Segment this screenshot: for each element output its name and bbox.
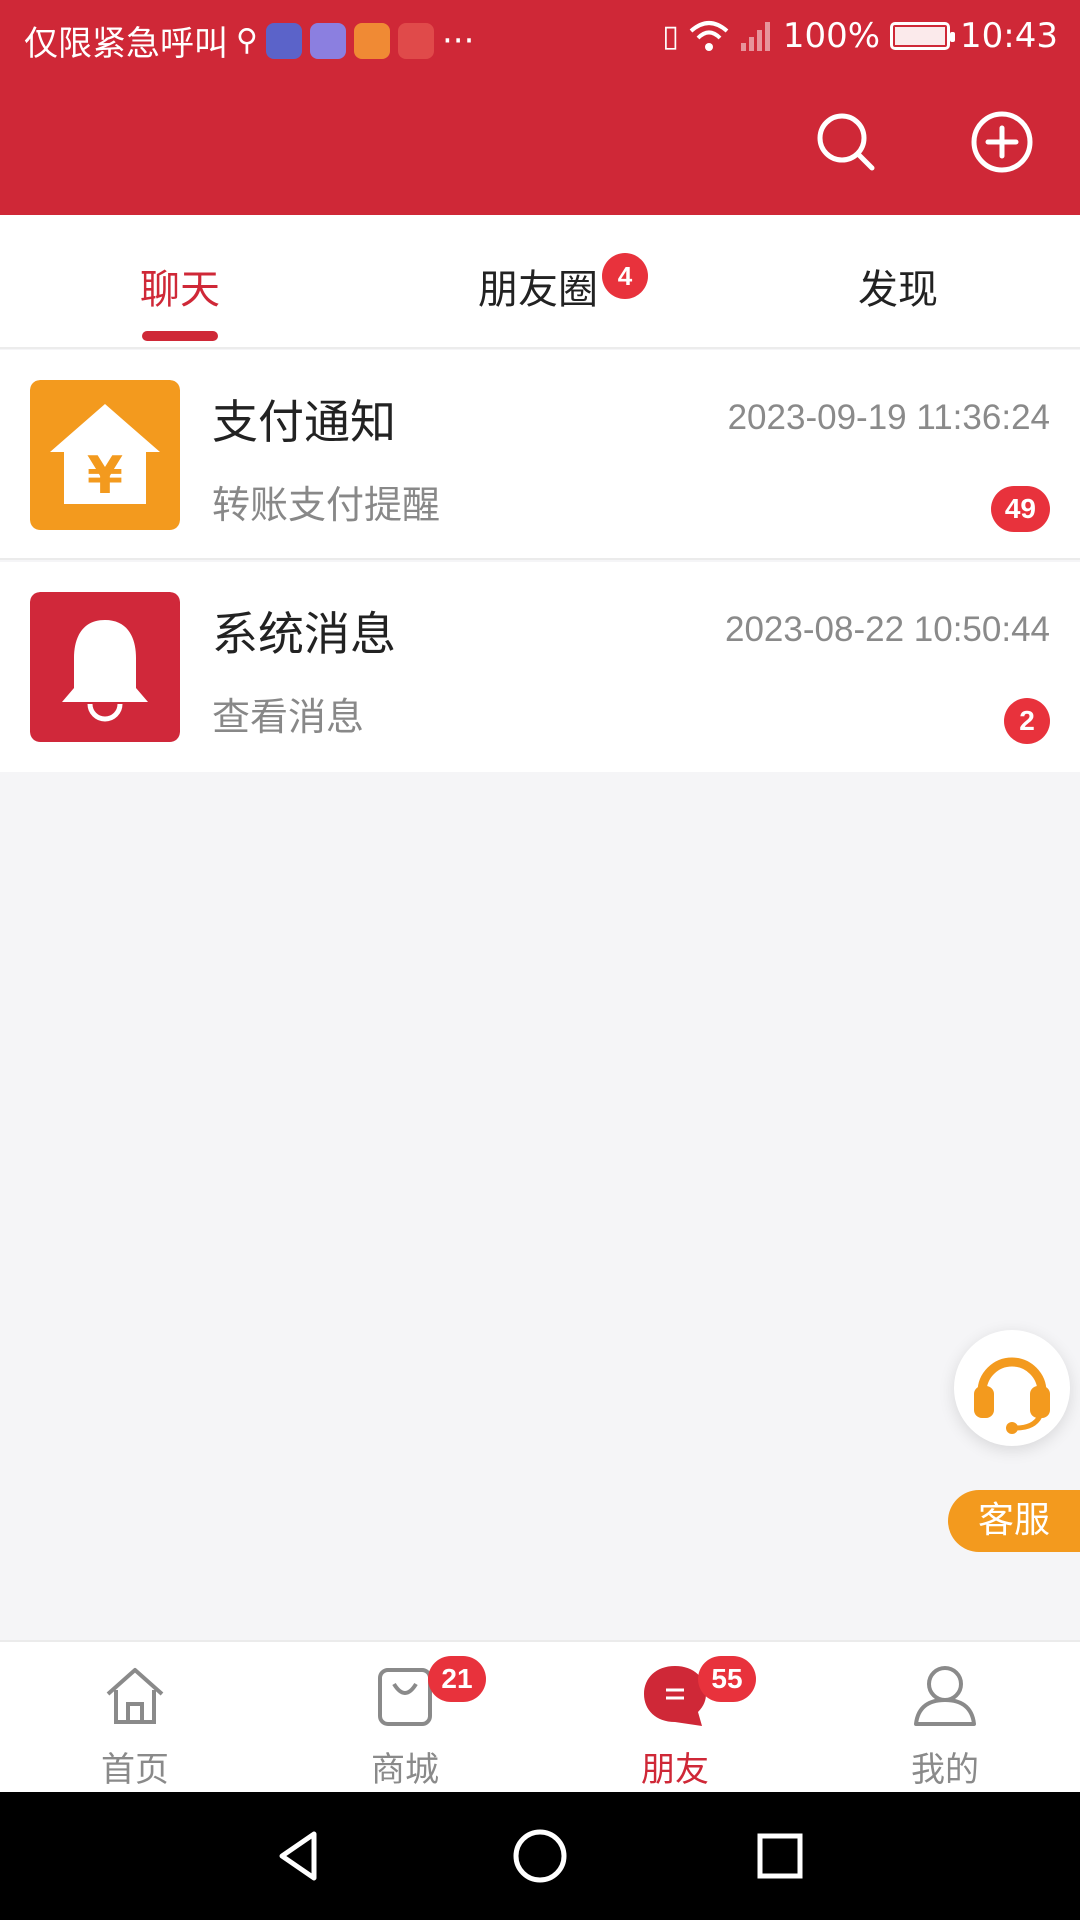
clock: 10:43: [960, 16, 1058, 56]
conversation-preview: 查看消息: [212, 695, 365, 739]
friends-badge: 55: [698, 1656, 756, 1702]
tab-chat[interactable]: 聊天: [140, 257, 220, 315]
nav-profile[interactable]: 我的: [810, 1642, 1080, 1794]
plus-circle-icon[interactable]: [970, 110, 1034, 174]
conversation-item-system[interactable]: 系统消息 查看消息 2023-08-22 10:50:44 2: [0, 562, 1080, 772]
unread-badge: 2: [1004, 698, 1050, 744]
back-icon[interactable]: [270, 1826, 330, 1886]
conversation-title: 系统消息: [212, 607, 396, 661]
yen-house-icon: ¥: [30, 380, 180, 530]
nav-label: 朋友: [641, 1750, 709, 1790]
app-notification-icon: [265, 22, 302, 59]
home-circle-icon[interactable]: [510, 1826, 570, 1886]
customer-service-button[interactable]: [954, 1330, 1070, 1446]
headset-icon: [974, 1357, 1050, 1434]
conversation-preview: 转账支付提醒: [212, 483, 441, 527]
nav-friends[interactable]: 55 朋友: [540, 1642, 810, 1794]
nav-home[interactable]: 首页: [0, 1642, 270, 1794]
moments-badge: 4: [602, 253, 648, 299]
conversation-title: 支付通知: [212, 395, 396, 449]
bottom-nav: 首页 21 商城 55 朋友 我的: [0, 1640, 1080, 1792]
browser-notification-icon: [309, 22, 346, 59]
system-nav-bar: [0, 1792, 1080, 1920]
nav-label: 我的: [911, 1750, 979, 1790]
conversation-time: 2023-09-19 11:36:24: [727, 398, 1050, 437]
svg-text:¥: ¥: [87, 446, 123, 506]
carrier-text: 仅限紧急呼叫: [24, 24, 228, 64]
mall-badge: 21: [428, 1656, 486, 1702]
tab-bar: 聊天 朋友圈 4 发现: [0, 215, 1080, 349]
usb-icon: ⚲: [236, 23, 258, 58]
signal-icon: [740, 22, 770, 51]
bell-icon: [30, 592, 180, 742]
unread-badge: 49: [990, 486, 1050, 532]
tab-moments[interactable]: 朋友圈: [478, 257, 598, 315]
customer-service-label[interactable]: 客服: [948, 1490, 1080, 1552]
conversation-item-payment[interactable]: ¥ 支付通知 转账支付提醒 2023-09-19 11:36:24 49: [0, 350, 1080, 560]
vibrate-icon: ▯: [662, 18, 679, 54]
more-notifications: ···: [441, 20, 475, 61]
nav-mall[interactable]: 21 商城: [270, 1642, 540, 1794]
app-header: 仅限紧急呼叫 ⚲ ··· ▯ 100% 10:43: [0, 0, 1080, 215]
recent-apps-icon[interactable]: [750, 1826, 810, 1886]
search-icon[interactable]: [814, 110, 878, 174]
user-icon: [914, 1666, 976, 1726]
wifi-icon: [689, 21, 729, 51]
active-tab-indicator: [142, 331, 218, 341]
status-bar: 仅限紧急呼叫 ⚲ ··· ▯ 100% 10:43: [0, 0, 1080, 75]
huawei-notification-icon: [397, 22, 434, 59]
conversation-time: 2023-08-22 10:50:44: [725, 610, 1050, 649]
nav-label: 首页: [101, 1750, 169, 1790]
tab-discover[interactable]: 发现: [858, 257, 938, 315]
video-notification-icon: [353, 22, 390, 59]
nav-label: 商城: [371, 1750, 439, 1790]
battery-icon: [890, 22, 956, 50]
battery-percent: 100%: [782, 16, 881, 56]
home-icon: [106, 1668, 164, 1724]
